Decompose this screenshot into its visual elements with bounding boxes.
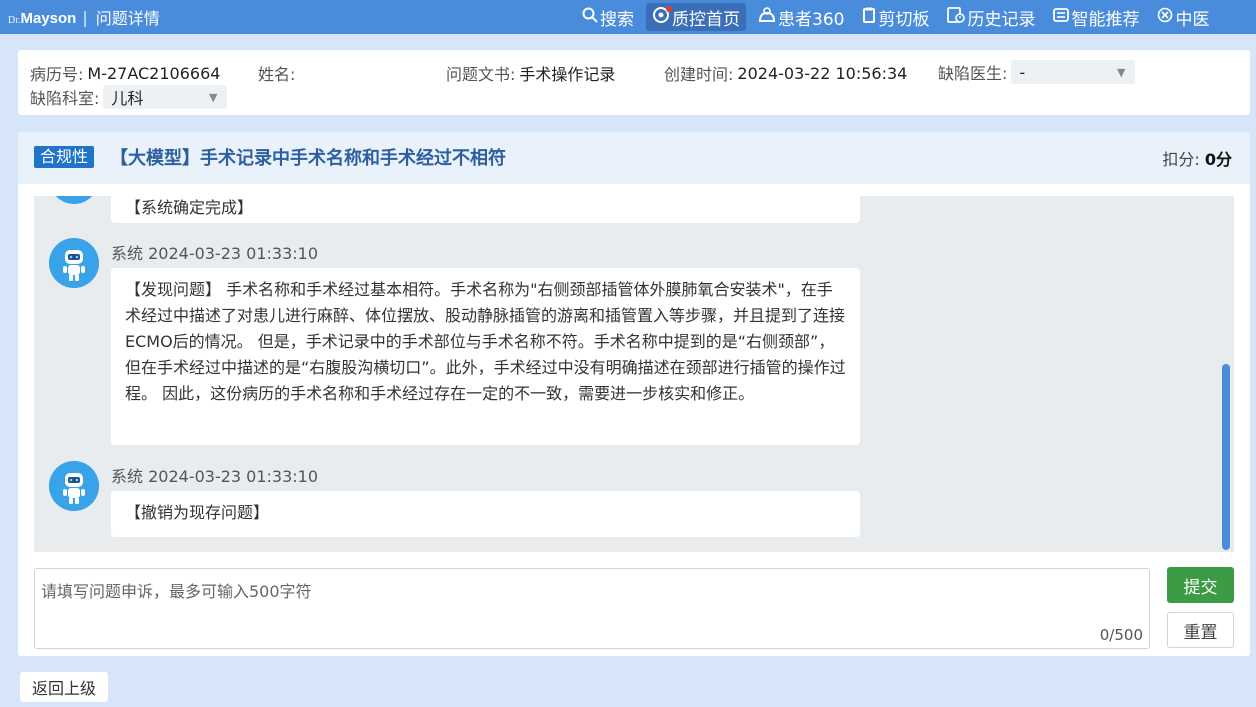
nav-tcm[interactable]: 中医 [1151,3,1215,31]
created-time-label: 创建时间: [664,65,734,84]
score: 扣分: 0分 [1162,146,1232,170]
defect-doctor-value: - [1019,62,1026,82]
patient-name-label: 姓名: [258,65,296,84]
nav-patient360-label: 患者360 [778,9,845,30]
nav-patient360[interactable]: 患者360 [752,3,850,31]
reset-button[interactable]: 重置 [1167,612,1234,648]
back-button[interactable]: 返回上级 [20,672,109,702]
avatar [49,196,99,204]
message-meta: 系统 2024-03-23 01:33:10 [111,240,318,264]
issue-title: 【大模型】手术记录中手术名称和手术经过不相符 [110,148,506,169]
brand-prefix: Dr. [8,14,21,26]
message-bubble: 【发现问题】 手术名称和手术经过基本相符。手术名称为"右侧颈部插管体外膜肺氧合安… [111,268,860,445]
nav-qc-home-label: 质控首页 [672,9,740,30]
message-time: 2024-03-23 01:33:10 [148,244,319,263]
message-time: 2024-03-23 01:33:10 [148,467,319,486]
nav-search[interactable]: 搜索 [576,3,640,31]
search-icon [582,7,598,27]
robot-avatar-icon [49,461,99,511]
message-list[interactable]: 【系统确定完成】 系统 2024-03-23 01:33:10 【发现问题】 手… [34,196,1234,552]
defect-department-value: 儿科 [111,89,144,108]
nav-recommend-label: 智能推荐 [1071,9,1140,30]
category-badge: 合规性 [34,146,95,168]
problem-panel: 合规性 【大模型】手术记录中手术名称和手术经过不相符 扣分: 0分 【系统确定完… [18,132,1250,656]
message-text: 【撤销为现存问题】 [125,503,270,522]
nav-clipboard[interactable]: 剪切板 [856,3,935,31]
defect-doctor-select[interactable]: - ▼ [1011,60,1136,84]
score-value: 0分 [1204,150,1232,169]
message-text: 【发现问题】 手术名称和手术经过基本相符。手术名称为"右侧颈部插管体外膜肺氧合安… [125,280,846,403]
notification-dot [666,6,672,12]
nav-tcm-label: 中医 [1175,9,1210,30]
submit-button[interactable]: 提交 [1167,567,1234,603]
chevron-down-icon: ▼ [1116,65,1126,79]
nav-clipboard-label: 剪切板 [878,9,930,30]
problem-document-value: 手术操作记录 [519,65,616,84]
brand-name: Mayson [20,9,77,27]
record-info-bar: 病历号: M-27AC2106664 姓名: 问题文书: 手术操作记录 创建时间… [18,50,1250,115]
close-circle-icon [1157,7,1173,27]
message-bubble: 【撤销为现存问题】 [111,491,860,537]
problem-document: 问题文书: 手术操作记录 [446,61,615,85]
appeal-placeholder: 请填写问题申诉，最多可输入500字符 [41,582,312,601]
record-no: 病历号: M-27AC2106664 [30,61,220,85]
patient-icon [758,7,776,27]
defect-department-select[interactable]: 儿科 ▼ [103,85,228,109]
message-meta: 系统 2024-03-23 01:33:10 [111,463,318,487]
chevron-down-icon: ▼ [208,90,218,104]
appeal-textarea[interactable]: 请填写问题申诉，最多可输入500字符 0/500 [34,568,1150,649]
record-no-value: M-27AC2106664 [87,63,221,83]
qc-home-icon [652,6,672,28]
message-author: 系统 [111,467,144,486]
scrollbar-thumb[interactable] [1222,364,1230,550]
top-nav: 搜索 质控首页 患者360 剪切板 历史记录 智能推荐 中医 [576,0,1221,34]
defect-department: 缺陷科室: 儿科 ▼ [30,85,228,109]
nav-recommend[interactable]: 智能推荐 [1047,3,1145,31]
nav-search-label: 搜索 [600,9,634,30]
record-no-label: 病历号: [30,65,84,84]
defect-doctor: 缺陷医生: - ▼ [938,60,1136,84]
issue-header: 合规性 【大模型】手术记录中手术名称和手术经过不相符 扣分: 0分 [18,132,1250,184]
brand-separator: | [82,7,88,27]
message-bubble: 【系统确定完成】 [111,196,860,223]
defect-department-label: 缺陷科室: [30,89,100,108]
brand-logo: Dr. Mayson | [8,8,96,27]
message-text: 【系统确定完成】 [125,198,254,217]
robot-avatar-icon [49,238,99,288]
nav-qc-home[interactable]: 质控首页 [646,3,746,31]
char-counter: 0/500 [1099,626,1143,644]
history-icon [947,7,966,27]
clipboard-icon [862,7,876,27]
page-title: 问题详情 [95,9,160,28]
nav-history-label: 历史记录 [967,9,1036,30]
nav-history[interactable]: 历史记录 [941,3,1041,31]
message-author: 系统 [111,244,144,263]
problem-document-label: 问题文书: [446,65,516,84]
patient-name: 姓名: [258,61,299,85]
score-label: 扣分: [1162,150,1200,169]
recommend-icon [1053,7,1070,27]
defect-doctor-label: 缺陷医生: [938,64,1008,83]
created-time-value: 2024-03-22 10:56:34 [737,63,908,83]
top-bar: Dr. Mayson | 问题详情 搜索 质控首页 患者360 剪切板 历史记录… [0,0,1256,34]
created-time: 创建时间: 2024-03-22 10:56:34 [664,61,907,85]
